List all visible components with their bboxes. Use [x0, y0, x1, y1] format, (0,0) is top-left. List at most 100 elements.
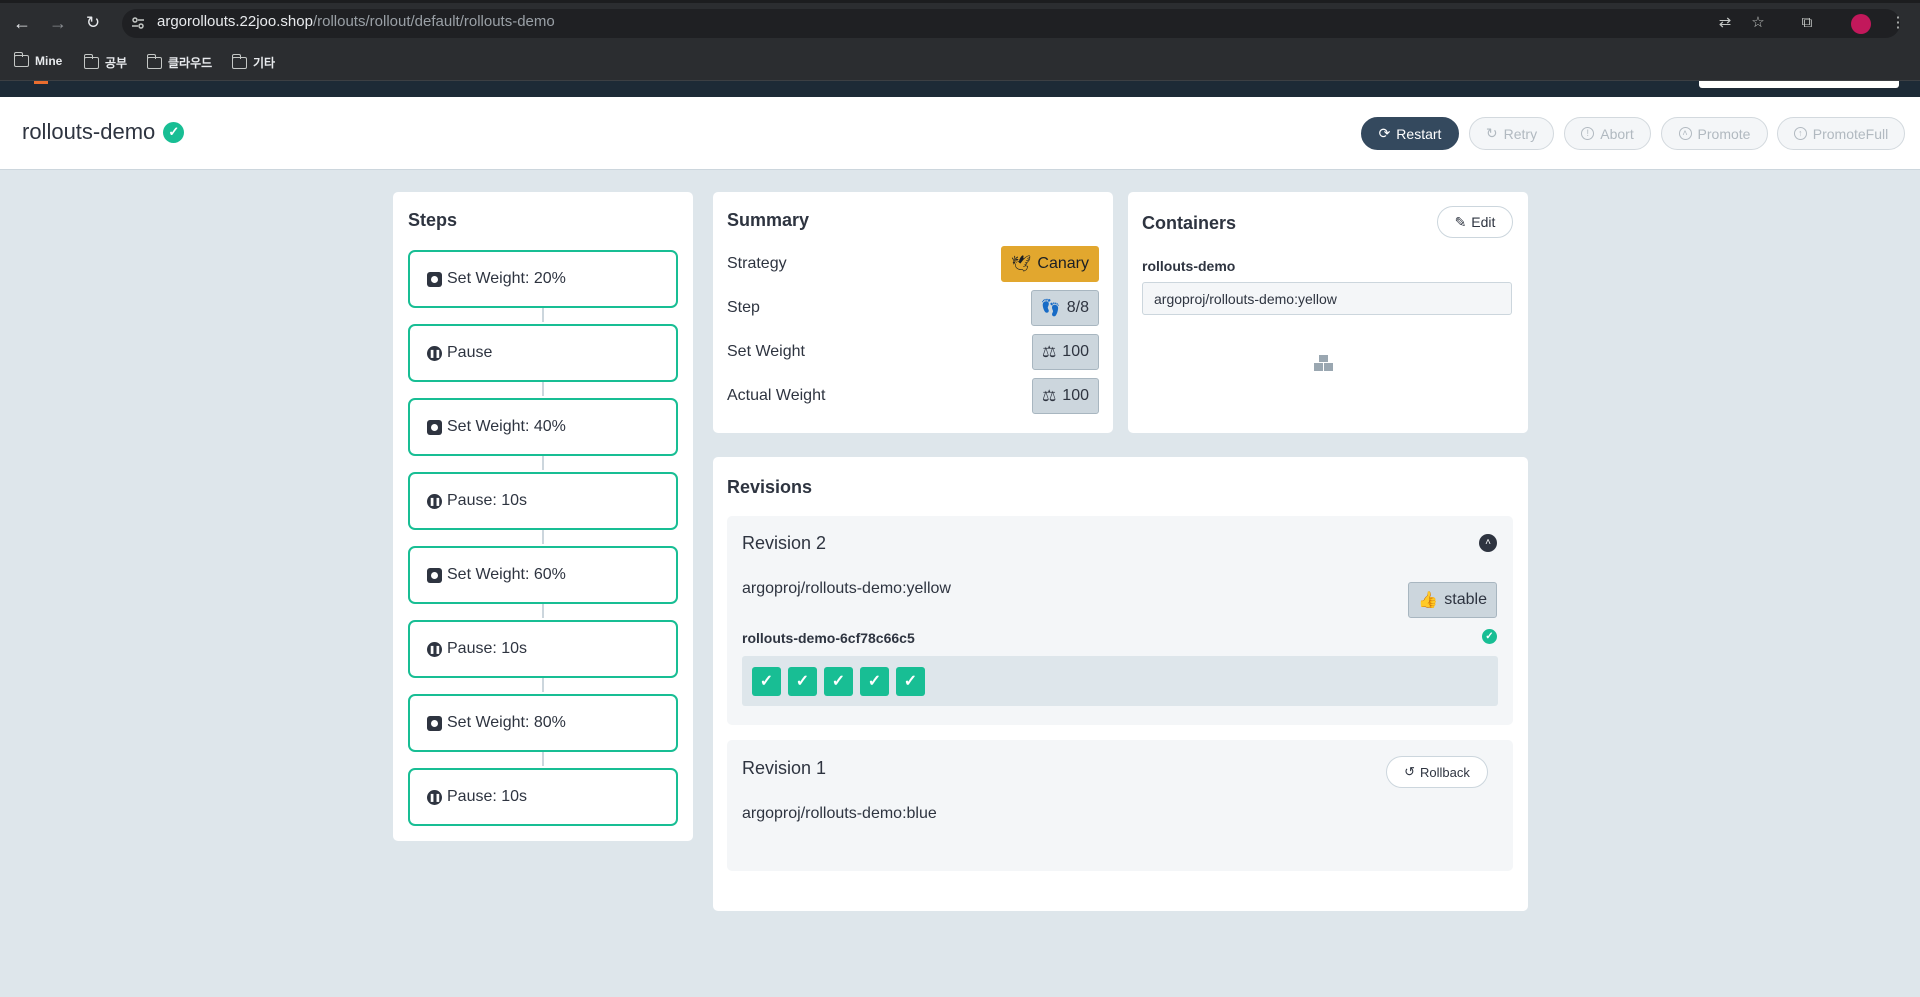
weight-icon [427, 715, 442, 731]
retry-icon: ↻ [1485, 125, 1498, 141]
bookmark-etc[interactable]: 기타 [231, 53, 275, 71]
abort-button[interactable]: ! Abort [1564, 117, 1651, 150]
edit-button[interactable]: ✎ Edit [1437, 206, 1513, 238]
back-icon[interactable]: ← [11, 12, 33, 34]
pause-icon: ❚❚ [427, 345, 442, 361]
summary-set-weight-row: Set Weight ⚖ 100 [727, 334, 1099, 370]
set-weight-badge: ⚖ 100 [1031, 334, 1099, 370]
step-badge: 👣 8/8 [1030, 290, 1099, 326]
step-item: Set Weight: 80% [408, 694, 678, 752]
weight-icon [427, 567, 442, 583]
step-item: ❚❚ Pause: 10s [408, 768, 678, 826]
summary-panel: Summary Strategy 🕊 Canary Step 👣 8/8 Set W… [713, 192, 1113, 433]
pause-icon: ❚❚ [427, 493, 442, 509]
chevron-up-icon[interactable]: ˄ [1479, 534, 1497, 552]
steps-panel: Steps Set Weight: 20% ❚❚ Pause Set Weight… [393, 192, 693, 841]
container-name: rollouts-demo [1142, 258, 1236, 274]
rollback-button[interactable]: ↺ Rollback [1386, 756, 1488, 788]
bookmark-cloud[interactable]: 클라우드 [146, 53, 212, 71]
revision-image: argoproj/rollouts-demo:blue [742, 805, 937, 822]
container-image-input[interactable] [1142, 282, 1512, 315]
promote-full-icon: ↑ [1793, 127, 1807, 140]
balance-scale-icon: ⚖ [1041, 344, 1057, 361]
revisions-title: Revisions [727, 477, 813, 497]
page-title: rollouts-demo ✓ [22, 119, 185, 145]
bookmark-star-icon[interactable]: ☆ [1749, 14, 1767, 32]
step-item: ❚❚ Pause: 10s [408, 620, 678, 678]
healthy-status-icon: ✓ [163, 121, 185, 143]
site-settings-icon[interactable] [130, 15, 146, 31]
shoe-prints-icon: 👣 [1040, 300, 1061, 317]
undo-icon: ↺ [1404, 764, 1416, 779]
step-connector [542, 454, 544, 470]
url-text[interactable]: argorollouts.22joo.shop/rollouts/rollout… [157, 13, 555, 30]
summary-actual-weight-row: Actual Weight ⚖ 100 [727, 378, 1099, 414]
pencil-icon: ✎ [1454, 213, 1467, 230]
extensions-icon[interactable]: ⧉ [1798, 14, 1816, 32]
pod-ready-icon[interactable]: ✓ [860, 666, 889, 696]
revision-title: Revision 1 [742, 758, 827, 778]
summary-strategy-row: Strategy 🕊 Canary [727, 246, 1099, 282]
revision-image: argoproj/rollouts-demo:yellow [742, 580, 951, 597]
boxes-icon [1314, 355, 1333, 371]
reload-icon[interactable]: ↻ [82, 12, 104, 34]
step-connector [542, 306, 544, 322]
tab-strip-edge [0, 0, 1920, 3]
summary-title: Summary [727, 210, 810, 230]
browser-toolbar: ← → ↻ argorollouts.22joo.shop/rollouts/r… [0, 0, 1920, 47]
step-connector [542, 750, 544, 766]
strategy-badge: 🕊 Canary [1001, 246, 1099, 282]
summary-step-row: Step 👣 8/8 [727, 290, 1099, 326]
bookmark-study[interactable]: 공부 [83, 53, 127, 71]
promote-full-button[interactable]: ↑ PromoteFull [1777, 117, 1905, 150]
canary-bird-icon: 🕊 [1011, 256, 1032, 273]
promote-icon: ˄ [1678, 127, 1692, 140]
actual-weight-badge: ⚖ 100 [1031, 378, 1099, 414]
step-connector [542, 380, 544, 396]
bookmark-mine[interactable]: Mine [13, 52, 62, 68]
menu-dots-icon[interactable]: ⋮ [1889, 14, 1907, 32]
folder-icon [13, 52, 29, 67]
abort-icon: ! [1581, 127, 1595, 140]
promote-button[interactable]: ˄ Promote [1661, 117, 1768, 150]
namespace-selector-edge[interactable] [1699, 81, 1899, 88]
weight-icon [427, 419, 442, 435]
revision-card: Revision 1 ↺ Rollback argoproj/rollouts-d… [727, 740, 1513, 871]
pause-icon: ❚❚ [427, 789, 442, 805]
rollout-header: rollouts-demo ✓ ⟳ Restart ↻ Retry ! Abort ˄… [0, 97, 1920, 170]
folder-icon [146, 53, 162, 69]
step-connector [542, 602, 544, 618]
restart-icon: ⟳ [1378, 125, 1391, 141]
pod-ready-icon[interactable]: ✓ [824, 666, 853, 696]
pod-ready-icon[interactable]: ✓ [788, 666, 817, 696]
step-item: ❚❚ Pause: 10s [408, 472, 678, 530]
stable-badge: 👍 stable [1408, 582, 1497, 618]
revision-card: Revision 2 ˄ argoproj/rollouts-demo:yell… [727, 516, 1513, 725]
folder-icon [231, 53, 247, 69]
replicaset-name: rollouts-demo-6cf78c66c5 [742, 630, 915, 646]
weight-icon [427, 271, 442, 287]
step-item: ❚❚ Pause [408, 324, 678, 382]
bookmarks-bar: Mine 공부 클라우드 기타 [0, 47, 1920, 81]
translate-icon[interactable]: ⇄ [1716, 14, 1734, 32]
forward-icon[interactable]: → [47, 12, 69, 34]
app-top-nav [0, 81, 1920, 97]
steps-title: Steps [408, 210, 458, 230]
replicaset-healthy-icon: ✓ [1482, 629, 1497, 644]
profile-avatar[interactable] [1851, 14, 1871, 34]
step-item: Set Weight: 20% [408, 250, 678, 308]
pod-ready-icon[interactable]: ✓ [896, 666, 925, 696]
containers-panel: Containers ✎ Edit rollouts-demo [1128, 192, 1528, 433]
step-item: Set Weight: 40% [408, 398, 678, 456]
step-item: Set Weight: 60% [408, 546, 678, 604]
revisions-panel: Revisions Revision 2 ˄ argoproj/rollouts… [713, 457, 1528, 911]
balance-scale-icon: ⚖ [1041, 388, 1057, 405]
step-connector [542, 676, 544, 692]
thumbs-up-icon: 👍 [1418, 592, 1439, 609]
pods-bar: ✓ ✓ ✓ ✓ ✓ [742, 656, 1498, 706]
containers-title: Containers [1142, 213, 1237, 233]
pod-ready-icon[interactable]: ✓ [752, 666, 781, 696]
retry-button[interactable]: ↻ Retry [1469, 117, 1554, 150]
pause-icon: ❚❚ [427, 641, 442, 657]
restart-button[interactable]: ⟳ Restart [1361, 117, 1459, 150]
